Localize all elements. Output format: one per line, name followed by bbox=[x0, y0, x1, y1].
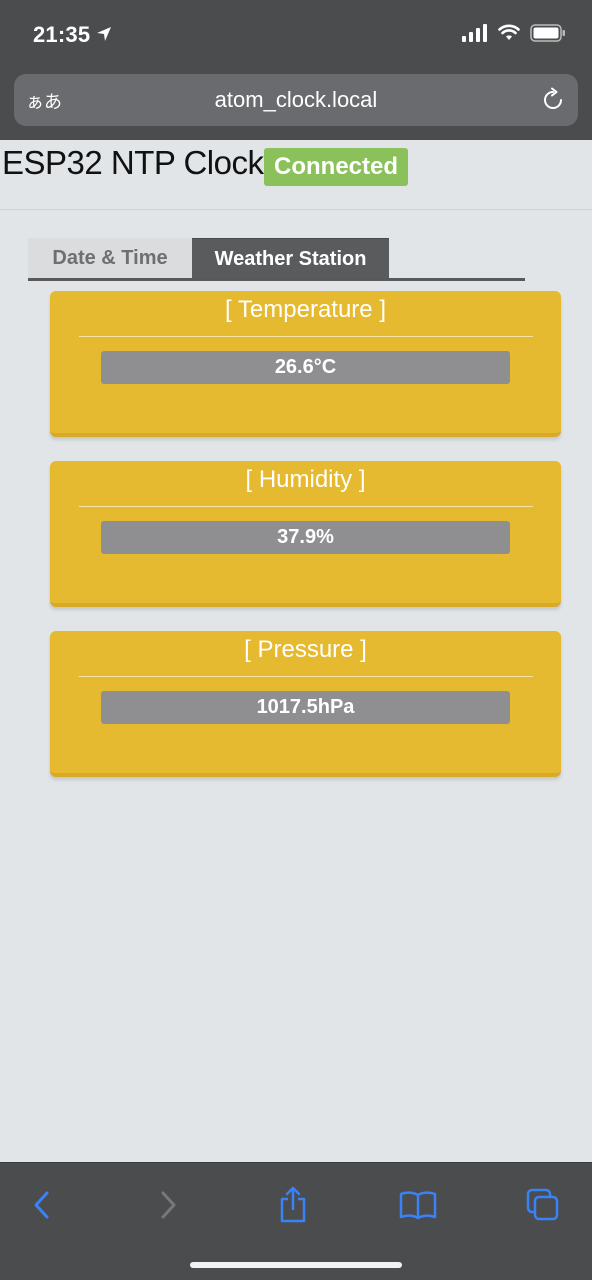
page-header: ESP32 NTP Clock Connected bbox=[0, 140, 592, 210]
card-divider bbox=[79, 506, 533, 507]
temperature-card: [ Temperature ] 26.6°C bbox=[50, 291, 561, 437]
page-title: ESP32 NTP Clock bbox=[2, 144, 264, 181]
status-time: 21:35 bbox=[33, 22, 112, 48]
browser-top-chrome: 21:35 ぁあ atom_clock.local bbox=[0, 0, 592, 140]
address-bar[interactable]: ぁあ atom_clock.local bbox=[14, 74, 578, 126]
back-icon[interactable] bbox=[20, 1183, 64, 1227]
location-arrow-icon bbox=[96, 22, 112, 48]
wifi-icon bbox=[498, 24, 520, 47]
humidity-card-title: [ Humidity ] bbox=[245, 466, 366, 493]
reload-icon[interactable] bbox=[540, 87, 566, 118]
card-divider bbox=[79, 676, 533, 677]
url-text[interactable]: atom_clock.local bbox=[14, 87, 578, 113]
tab-date-time[interactable]: Date & Time bbox=[28, 238, 192, 278]
temperature-value: 26.6°C bbox=[101, 351, 510, 384]
connection-status-badge: Connected bbox=[264, 148, 409, 186]
home-indicator bbox=[190, 1262, 402, 1268]
signal-icon bbox=[462, 24, 488, 47]
battery-icon bbox=[530, 24, 566, 47]
humidity-value: 37.9% bbox=[101, 521, 510, 554]
tab-bar: Date & Time Weather Station bbox=[28, 238, 525, 281]
forward-icon[interactable] bbox=[146, 1183, 190, 1227]
pressure-card-title: [ Pressure ] bbox=[244, 636, 367, 663]
pressure-value: 1017.5hPa bbox=[101, 691, 510, 724]
share-icon[interactable] bbox=[271, 1183, 315, 1227]
status-icons bbox=[462, 24, 566, 47]
temperature-card-title: [ Temperature ] bbox=[225, 296, 386, 323]
humidity-card: [ Humidity ] 37.9% bbox=[50, 461, 561, 607]
tab-weather-station[interactable]: Weather Station bbox=[192, 238, 389, 278]
pressure-card: [ Pressure ] 1017.5hPa bbox=[50, 631, 561, 777]
status-time-text: 21:35 bbox=[33, 22, 91, 47]
bookmarks-icon[interactable] bbox=[396, 1183, 440, 1227]
tabs-icon[interactable] bbox=[521, 1183, 565, 1227]
card-divider bbox=[79, 336, 533, 337]
